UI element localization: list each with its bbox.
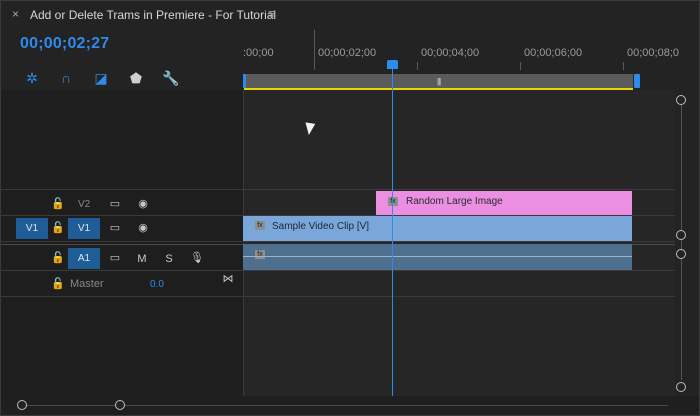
panel-border xyxy=(0,0,700,416)
